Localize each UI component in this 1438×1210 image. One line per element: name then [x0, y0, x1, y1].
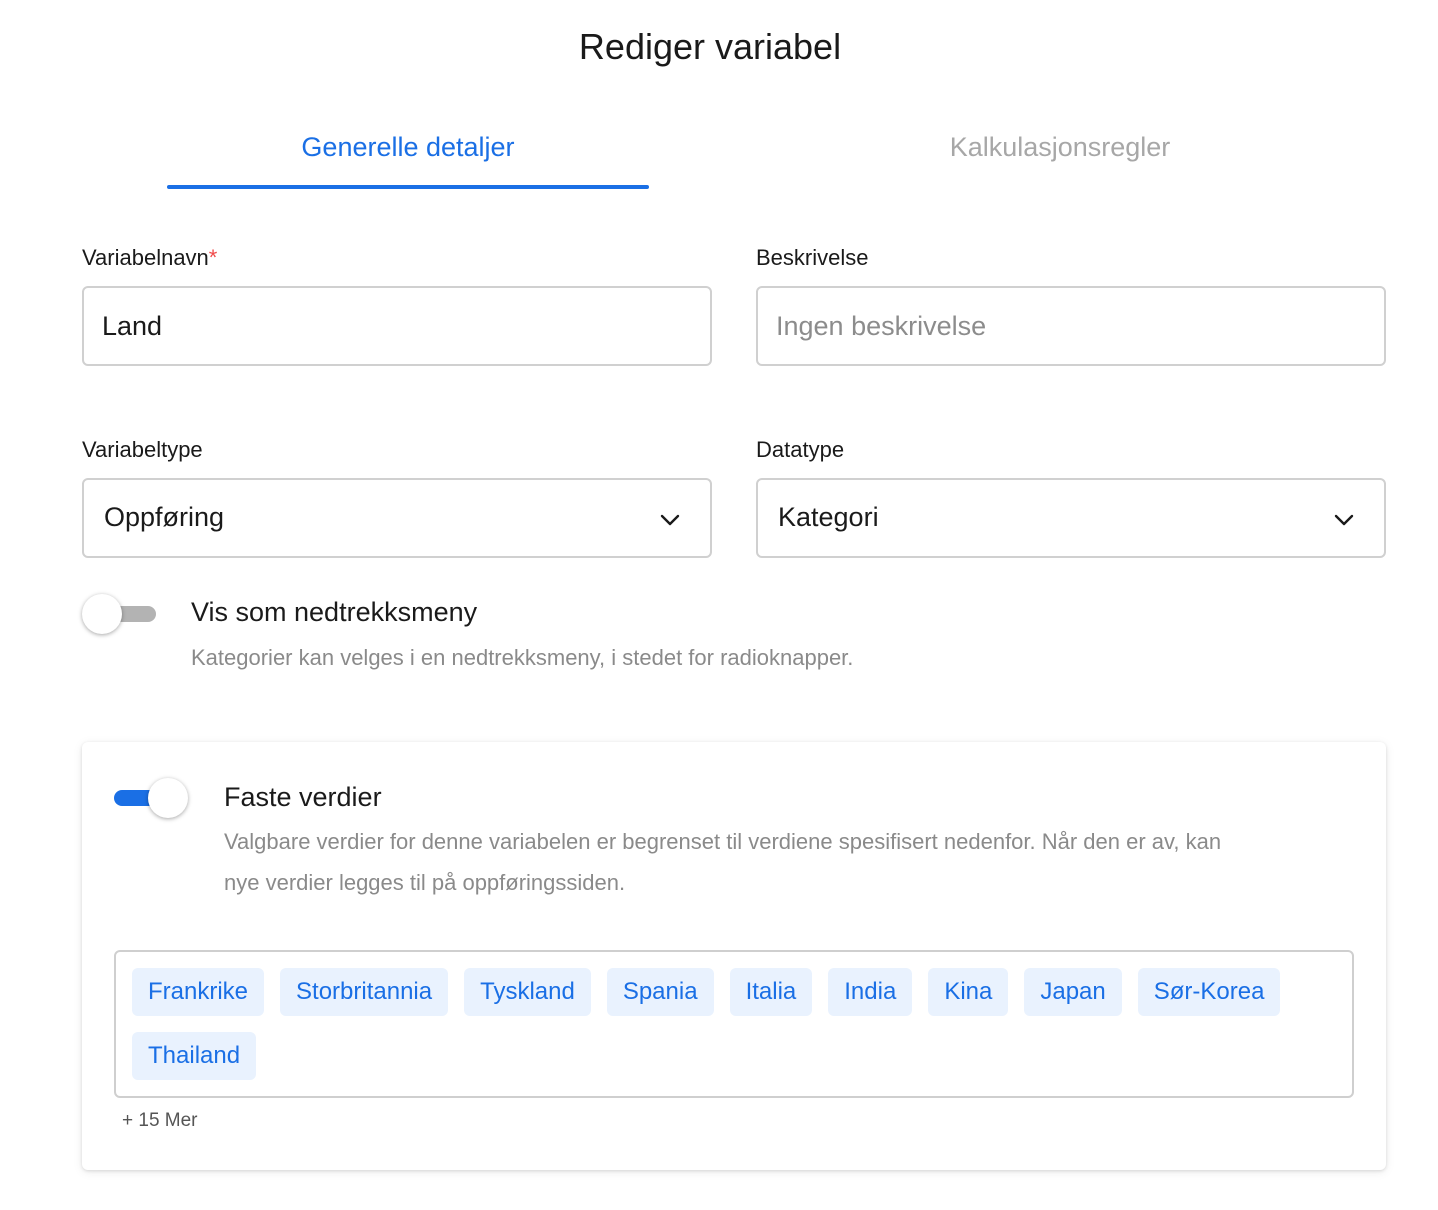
value-chip[interactable]: Frankrike: [132, 968, 265, 1016]
tab-calculation-rules[interactable]: Kalkulasjonsregler: [820, 132, 1300, 163]
fixed-values-label: Faste verdier: [224, 782, 382, 812]
dropdown-toggle-label: Vis som nedtrekksmeny: [191, 597, 478, 627]
value-chip[interactable]: Spania: [606, 968, 714, 1016]
toggle-knob: [82, 594, 122, 634]
chevron-down-icon: [660, 514, 680, 526]
description-field-box: [756, 286, 1386, 366]
value-chip[interactable]: Sør-Korea: [1137, 968, 1281, 1016]
dialog-title: Rediger variabel: [578, 26, 842, 67]
data-type-value: Kategori: [778, 502, 879, 532]
value-chip[interactable]: Japan: [1024, 968, 1122, 1016]
description-label: Beskrivelse: [756, 245, 869, 270]
fixed-values-chip-list[interactable]: Frankrike Storbritannia Tyskland Spania …: [114, 950, 1354, 1098]
description-input[interactable]: [758, 288, 1384, 364]
fixed-values-card: Faste verdier Valgbare verdier for denne…: [82, 742, 1386, 1170]
fixed-values-description-line-2: nye verdier legges til på oppføringsside…: [224, 870, 626, 895]
fixed-values-description-line-1: Valgbare verdier for denne variabelen er…: [224, 829, 1222, 854]
value-chip[interactable]: Thailand: [132, 1032, 257, 1080]
data-type-label: Datatype: [756, 437, 845, 462]
value-chip[interactable]: India: [828, 968, 913, 1016]
variable-type-value: Oppføring: [104, 502, 225, 532]
variable-name-field-box: [82, 286, 712, 366]
chevron-down-icon: [1334, 514, 1354, 526]
value-chip[interactable]: Tyskland: [464, 968, 591, 1016]
value-chip[interactable]: Kina: [928, 968, 1009, 1016]
toggle-knob: [148, 778, 188, 818]
variable-name-label: Variabelnavn*: [82, 245, 217, 271]
tab-general-details[interactable]: Generelle detaljer: [167, 132, 649, 163]
variable-name-input[interactable]: [84, 288, 710, 364]
dropdown-toggle-description: Kategorier kan velges i en nedtrekksmeny…: [191, 645, 854, 670]
fixed-values-description: Valgbare verdier for denne variabelen er…: [224, 821, 1221, 903]
show-more-values-link[interactable]: + 15 Mer: [122, 1110, 198, 1132]
data-type-select[interactable]: Kategori: [756, 478, 1386, 558]
variable-name-label-text: Variabelnavn: [82, 245, 209, 270]
value-chip[interactable]: Italia: [729, 968, 813, 1016]
variable-type-select[interactable]: Oppføring: [82, 478, 712, 558]
value-chip[interactable]: Storbritannia: [280, 968, 449, 1016]
variable-type-label: Variabeltype: [82, 437, 203, 462]
required-marker: *: [208, 245, 218, 270]
active-tab-indicator: [167, 185, 649, 189]
